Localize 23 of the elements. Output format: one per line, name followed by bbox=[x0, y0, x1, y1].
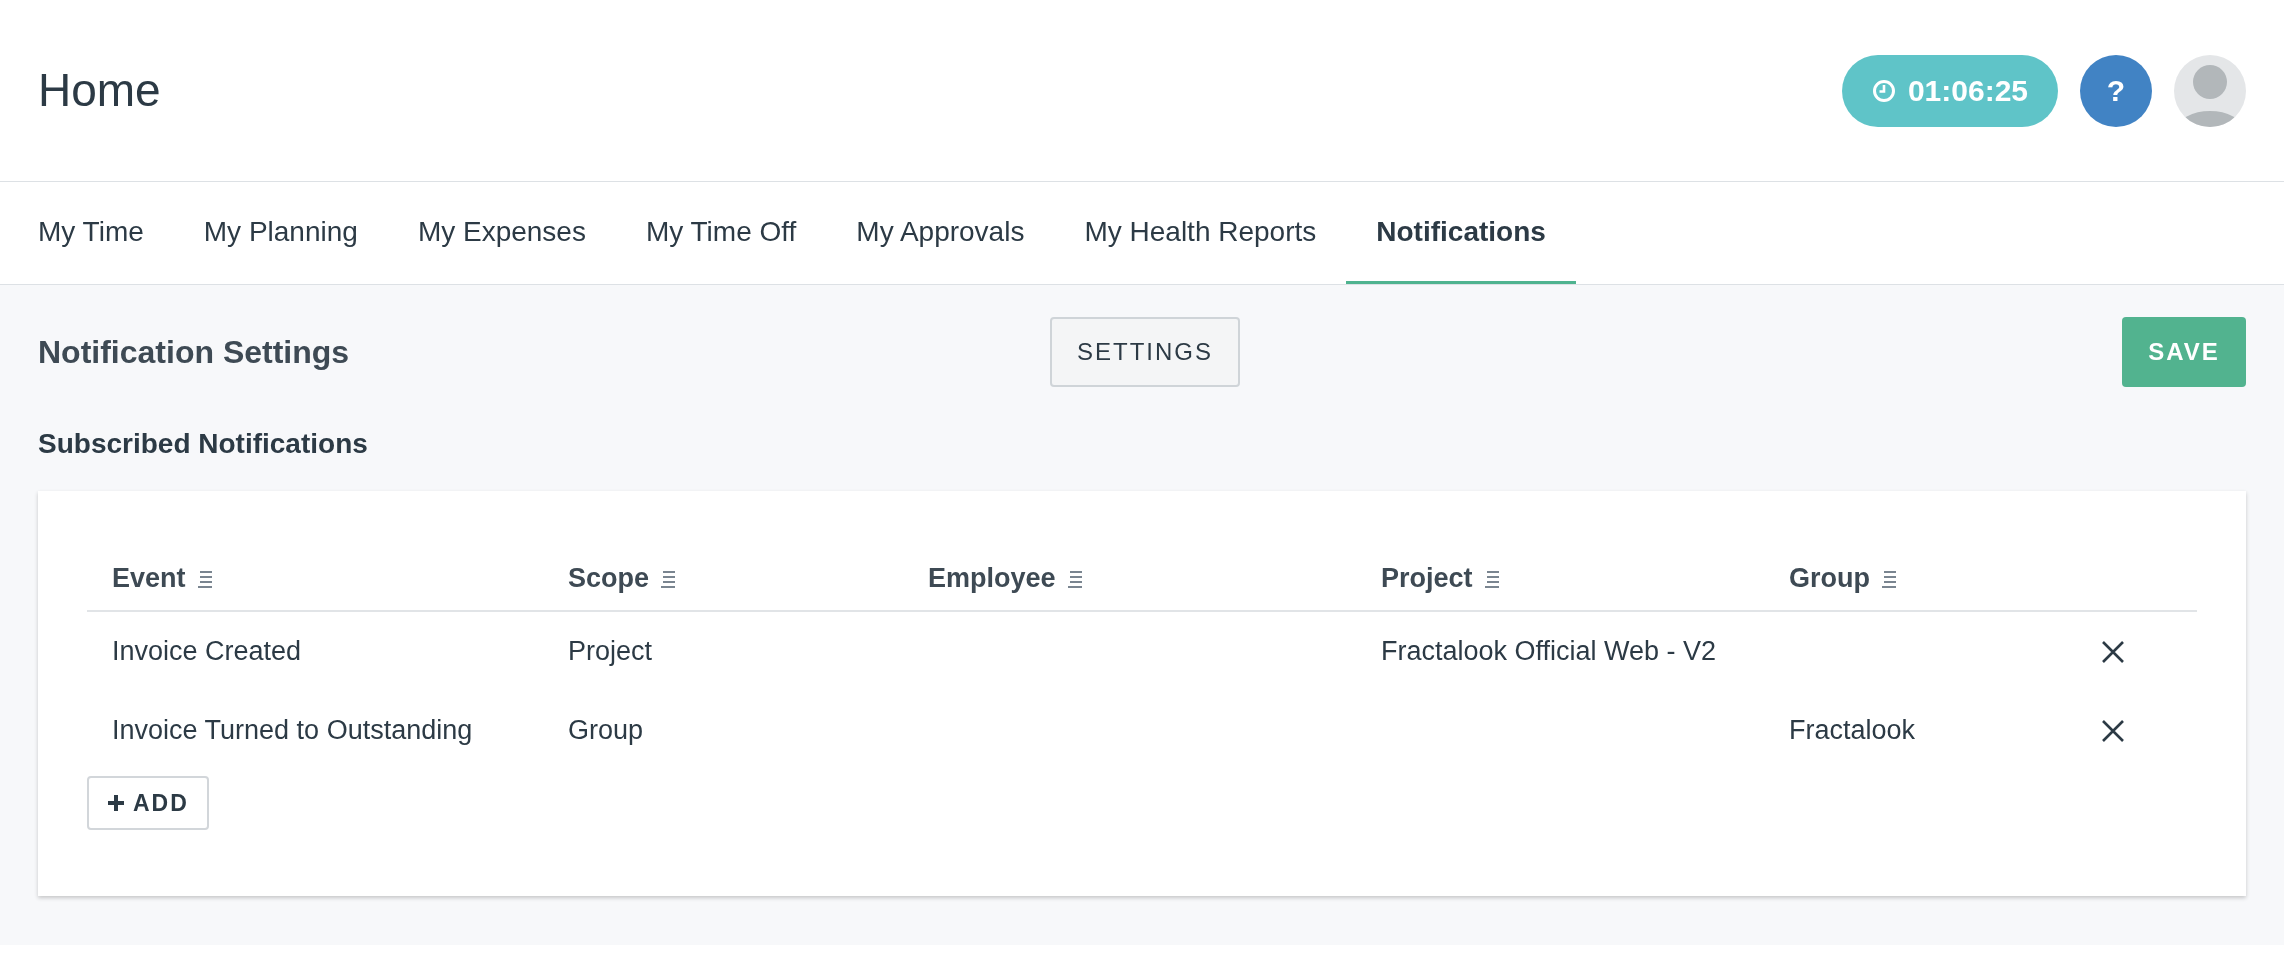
nav-tab[interactable]: My Time Off bbox=[615, 182, 827, 284]
table-cell: Group bbox=[568, 715, 644, 746]
column-header: Project bbox=[1381, 562, 1473, 596]
help-button[interactable]: ? bbox=[2080, 54, 2152, 127]
add-button[interactable]: ADD bbox=[87, 776, 209, 830]
table-cell: Invoice Created bbox=[112, 636, 302, 667]
nav-tab[interactable]: My Health Reports bbox=[1054, 182, 1347, 284]
section-heading: Notification Settings bbox=[38, 333, 351, 372]
column-header: Group bbox=[1789, 562, 1870, 596]
column-header: Employee bbox=[928, 562, 1056, 596]
subsection-heading: Subscribed Notifications bbox=[38, 427, 369, 461]
nav-tab[interactable]: My Approvals bbox=[826, 182, 1055, 284]
column-header: Scope bbox=[568, 562, 650, 596]
nav-tab[interactable]: My Expenses bbox=[387, 182, 616, 284]
table-cell: Fractalook bbox=[1789, 715, 1916, 746]
table-cell: Project bbox=[568, 636, 653, 667]
table-cell: Fractalook Official Web - V2 bbox=[1381, 636, 1717, 667]
page-title: Home bbox=[38, 63, 161, 118]
table-cell: Invoice Turned to Outstanding bbox=[112, 715, 473, 746]
column-header: Event bbox=[112, 562, 186, 596]
nav-tab[interactable]: My Planning bbox=[173, 182, 388, 284]
nav-tab[interactable]: My Time bbox=[8, 182, 174, 284]
settings-button[interactable]: SETTINGS bbox=[1050, 317, 1240, 387]
